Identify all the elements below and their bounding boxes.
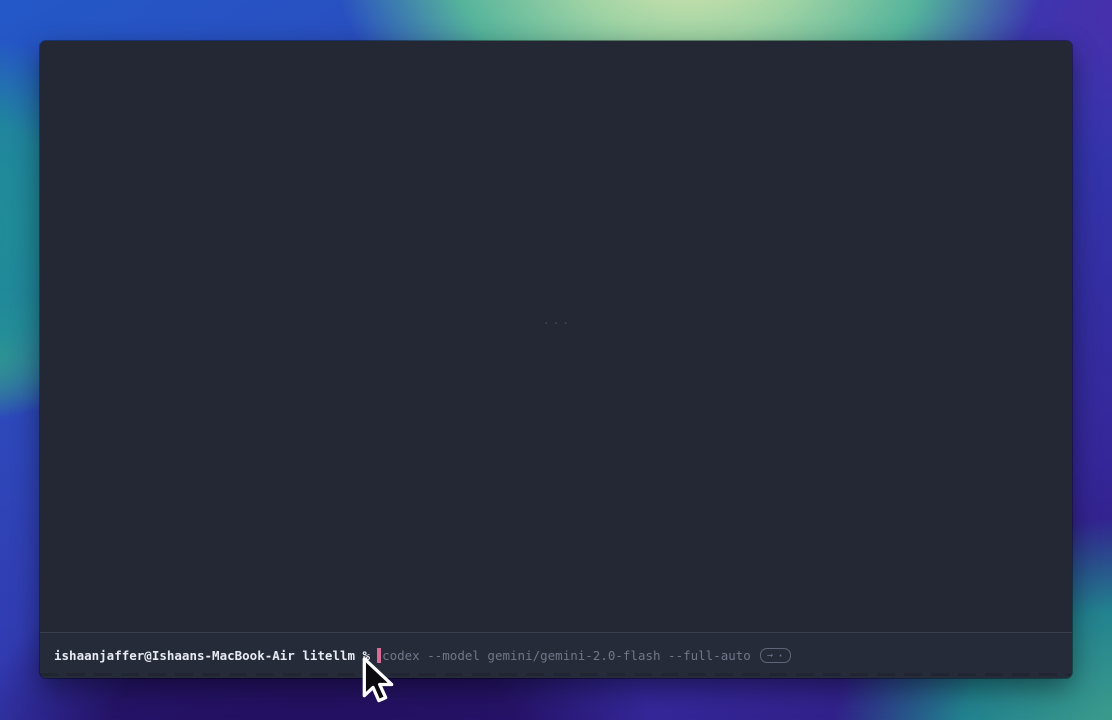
command-suggestion-text: codex --model gemini/gemini-2.0-flash --… (382, 648, 751, 663)
text-cursor (377, 648, 381, 663)
shell-prompt-text: ishaanjaffer@Ishaans-MacBook-Air litellm… (54, 648, 370, 663)
faint-ellipsis-text: ··· (543, 317, 572, 330)
terminal-window[interactable]: ··· ishaanjaffer@Ishaans-MacBook-Air lit… (40, 41, 1072, 678)
dot-icon: · (777, 650, 784, 662)
terminal-prompt-row[interactable]: ishaanjaffer@Ishaans-MacBook-Air litellm… (40, 632, 1072, 678)
right-arrow-icon: → (767, 651, 773, 661)
accept-suggestion-hint-badge: →· (760, 648, 791, 663)
terminal-output-area[interactable]: ··· (40, 41, 1072, 632)
